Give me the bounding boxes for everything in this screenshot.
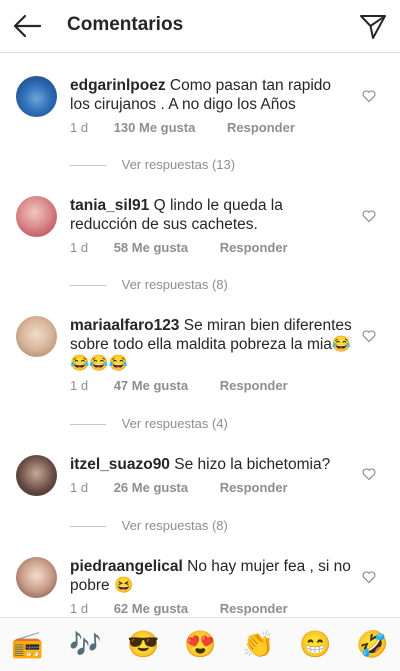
comment-text: piedraangelical No hay mujer fea , si no… — [70, 557, 352, 595]
reply-button[interactable]: Responder — [220, 378, 288, 393]
comment-text: itzel_suazo90 Se hizo la bichetomia? — [70, 455, 352, 474]
comment-username[interactable]: piedraangelical — [70, 558, 183, 575]
comment-likes[interactable]: 62 Me gusta — [114, 601, 188, 616]
grinning-emoji[interactable]: 😁 — [299, 628, 331, 660]
avatar[interactable] — [16, 76, 57, 117]
reply-button[interactable]: Responder — [220, 480, 288, 495]
comment-likes[interactable]: 130 Me gusta — [114, 120, 196, 135]
heart-icon[interactable] — [362, 467, 376, 481]
comment-username[interactable]: mariaalfaro123 — [70, 317, 179, 334]
comment-time: 1 d — [70, 601, 89, 616]
comment-username[interactable]: itzel_suazo90 — [70, 456, 170, 473]
page-title: Comentarios — [67, 14, 184, 35]
rofl-emoji[interactable]: 🤣 — [356, 628, 388, 660]
comment-likes[interactable]: 26 Me gusta — [114, 480, 188, 495]
back-arrow-icon[interactable] — [12, 12, 42, 40]
heart-icon[interactable] — [362, 570, 376, 584]
direct-message-icon[interactable] — [358, 11, 388, 41]
view-replies[interactable]: Ver respuestas (8) — [70, 518, 228, 533]
clapping-hands-emoji[interactable]: 👏 — [242, 628, 274, 660]
comment-meta: 1 d 47 Me gusta Responder — [70, 378, 288, 393]
comment-likes[interactable]: 47 Me gusta — [114, 378, 188, 393]
comment-time: 1 d — [70, 378, 89, 393]
musical-notes-emoji[interactable]: 🎶 — [69, 628, 101, 660]
comment-likes[interactable]: 58 Me gusta — [114, 240, 188, 255]
replies-divider-line — [70, 285, 106, 287]
emoji-bar: 📻 🎶 😎 😍 👏 😁 🤣 — [0, 617, 400, 671]
comment-text: tania_sil91 Q lindo le queda la reducció… — [70, 196, 352, 234]
comment-meta: 1 d 58 Me gusta Responder — [70, 240, 288, 255]
heart-icon[interactable] — [362, 89, 376, 103]
replies-divider-line — [70, 424, 106, 426]
comment-username[interactable]: tania_sil91 — [70, 197, 149, 214]
reply-button[interactable]: Responder — [220, 601, 288, 616]
comment-text: mariaalfaro123 Se miran bien diferentes … — [70, 316, 352, 373]
comment-time: 1 d — [70, 120, 89, 135]
comment-username[interactable]: edgarinlpoez — [70, 77, 166, 94]
comment-time: 1 d — [70, 240, 89, 255]
comment-meta: 1 d 130 Me gusta Responder — [70, 120, 295, 135]
avatar[interactable] — [16, 196, 57, 237]
reply-button[interactable]: Responder — [220, 240, 288, 255]
sunglasses-emoji[interactable]: 😎 — [127, 628, 159, 660]
heart-icon[interactable] — [362, 329, 376, 343]
comment-time: 1 d — [70, 480, 89, 495]
comment-meta: 1 d 26 Me gusta Responder — [70, 480, 288, 495]
comment-text: edgarinlpoez Como pasan tan rapido los c… — [70, 76, 352, 114]
view-replies[interactable]: Ver respuestas (8) — [70, 277, 228, 292]
radio-emoji[interactable]: 📻 — [11, 628, 43, 660]
view-replies[interactable]: Ver respuestas (4) — [70, 416, 228, 431]
comment-body: Se hizo la bichetomia? — [174, 456, 331, 473]
view-replies[interactable]: Ver respuestas (13) — [70, 157, 235, 172]
avatar[interactable] — [16, 316, 57, 357]
heart-icon[interactable] — [362, 209, 376, 223]
replies-divider-line — [70, 165, 106, 167]
reply-button[interactable]: Responder — [227, 120, 295, 135]
header-bar: Comentarios — [0, 0, 400, 53]
view-replies-label[interactable]: Ver respuestas (4) — [122, 416, 228, 431]
replies-divider-line — [70, 526, 106, 528]
comment-meta: 1 d 62 Me gusta Responder — [70, 601, 288, 616]
avatar[interactable] — [16, 557, 57, 598]
view-replies-label[interactable]: Ver respuestas (13) — [122, 157, 235, 172]
avatar[interactable] — [16, 455, 57, 496]
view-replies-label[interactable]: Ver respuestas (8) — [122, 277, 228, 292]
view-replies-label[interactable]: Ver respuestas (8) — [122, 518, 228, 533]
heart-eyes-emoji[interactable]: 😍 — [184, 628, 216, 660]
